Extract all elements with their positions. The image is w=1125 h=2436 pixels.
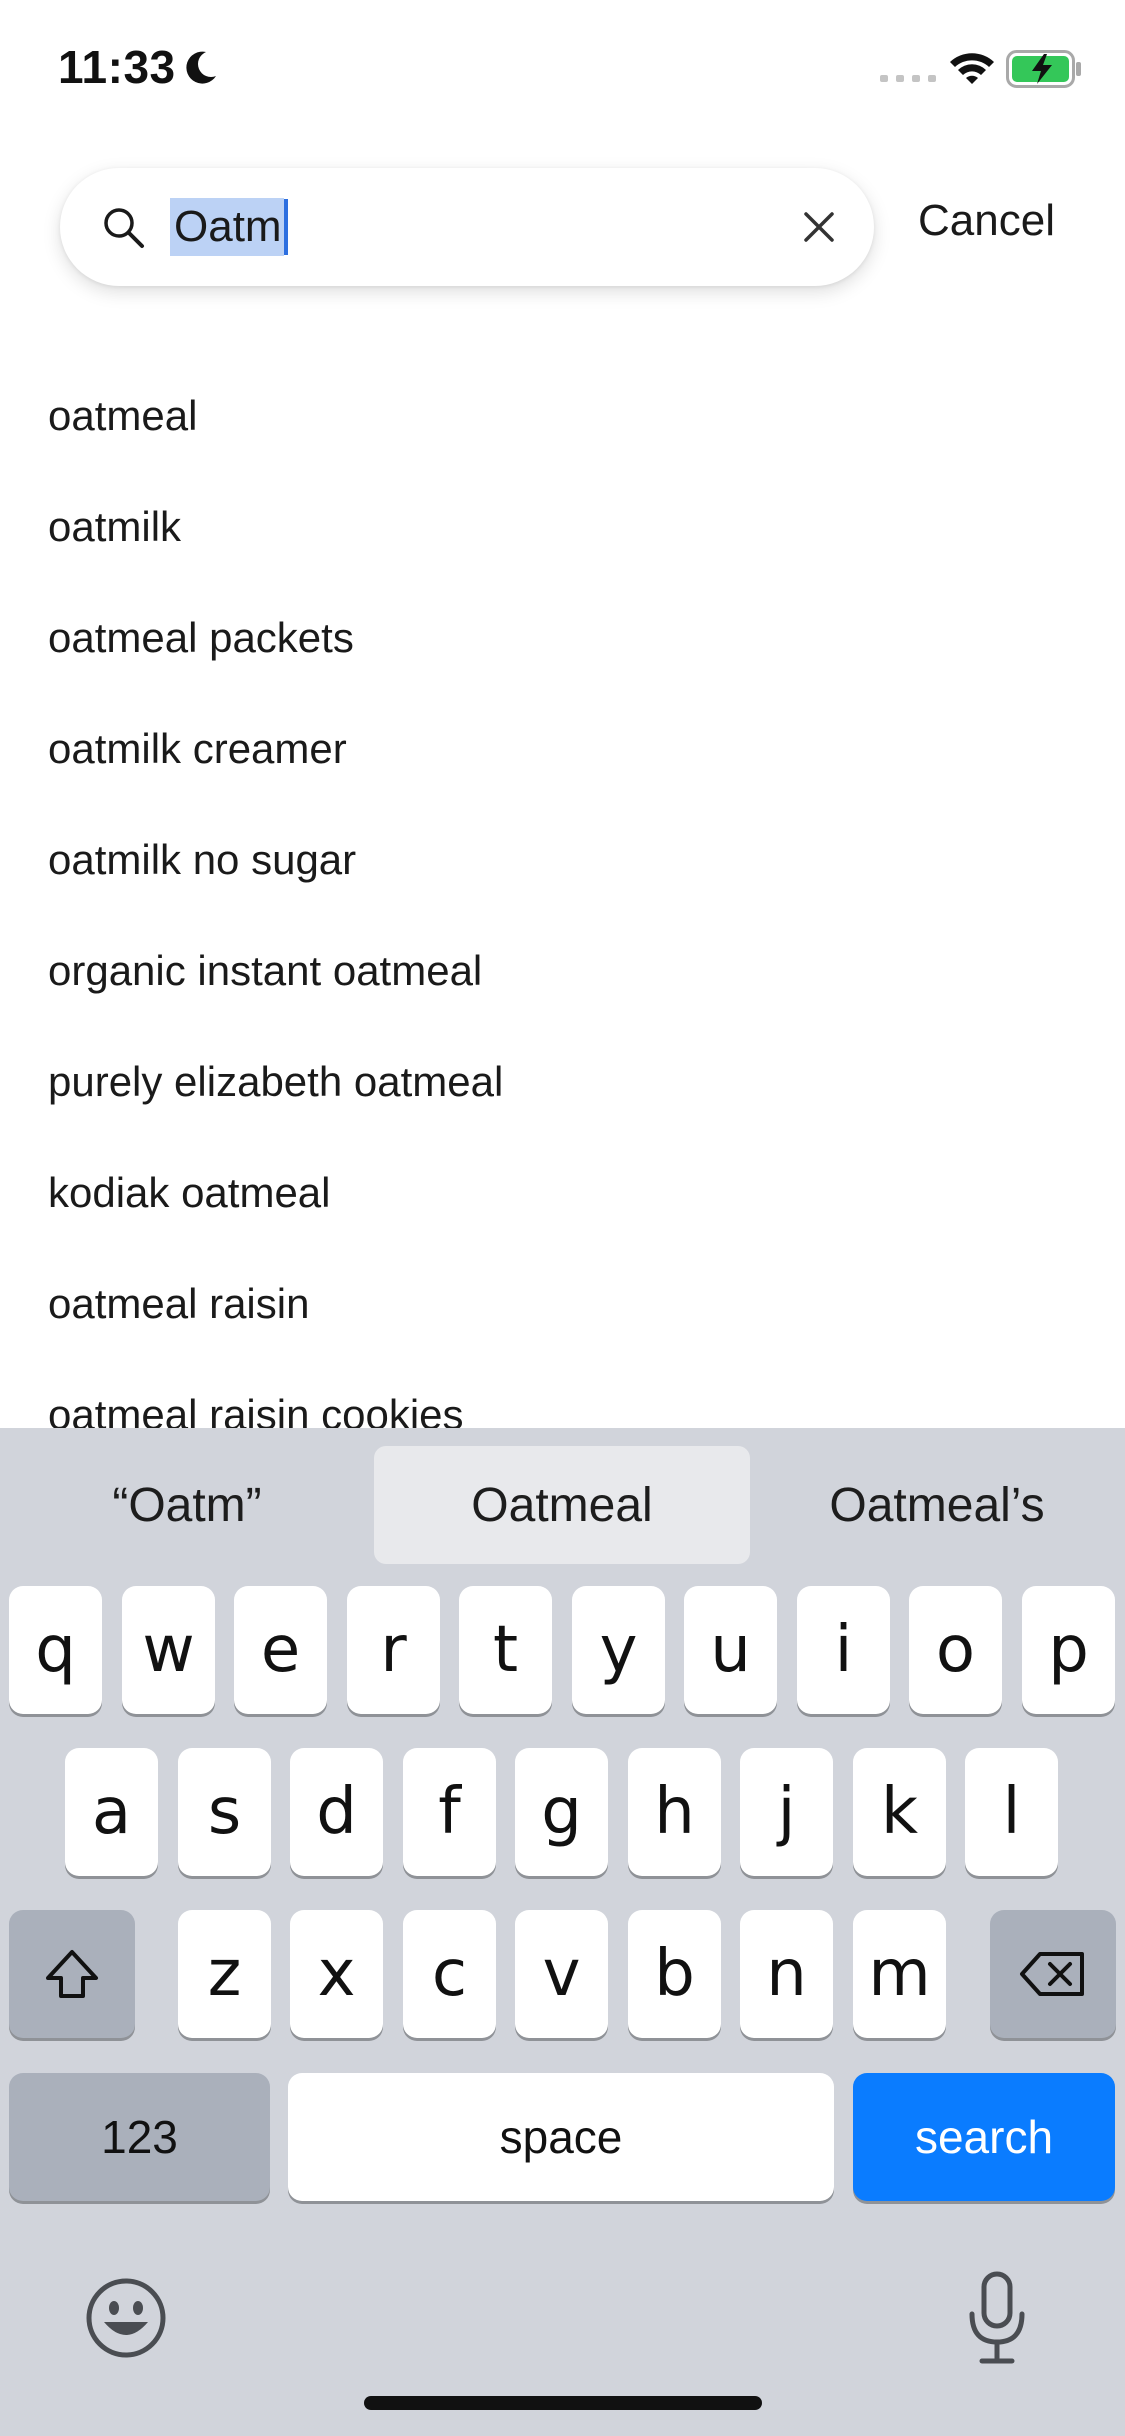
search-bar[interactable]: Oatm [60, 168, 874, 286]
key-t[interactable]: t [459, 1586, 552, 1714]
suggestion-item[interactable]: purely elizabeth oatmeal [0, 1026, 1125, 1137]
key-z[interactable]: z [178, 1910, 271, 2038]
suggestion-item[interactable]: oatmeal packets [0, 582, 1125, 693]
key-g[interactable]: g [515, 1748, 608, 1876]
key-x[interactable]: x [290, 1910, 383, 2038]
key-w[interactable]: w [122, 1586, 215, 1714]
key-l[interactable]: l [965, 1748, 1058, 1876]
suggestion-item[interactable]: kodiak oatmeal [0, 1137, 1125, 1248]
status-bar: 11:33 [0, 0, 1125, 140]
key-j[interactable]: j [740, 1748, 833, 1876]
prediction-primary[interactable]: Oatmeal [374, 1446, 750, 1564]
space-key[interactable]: space [288, 2073, 834, 2201]
keyboard: “Oatm” Oatmeal Oatmeal’s q w e r t y u i… [0, 1428, 1125, 2436]
suggestion-item[interactable]: oatmilk no sugar [0, 804, 1125, 915]
suggestion-item[interactable]: oatmeal raisin [0, 1248, 1125, 1359]
search-key[interactable]: search [853, 2073, 1115, 2201]
search-input[interactable]: Oatm [170, 190, 830, 264]
predictive-text-bar: “Oatm” Oatmeal Oatmeal’s [0, 1446, 1125, 1564]
key-a[interactable]: a [65, 1748, 158, 1876]
key-p[interactable]: p [1022, 1586, 1115, 1714]
wifi-icon [950, 53, 994, 84]
suggestion-item[interactable]: oatmeal [0, 360, 1125, 471]
numbers-key[interactable]: 123 [9, 2073, 270, 2201]
key-f[interactable]: f [403, 1748, 496, 1876]
key-u[interactable]: u [684, 1586, 777, 1714]
battery-charging-icon [1006, 50, 1081, 88]
clear-icon[interactable] [802, 210, 836, 244]
key-r[interactable]: r [347, 1586, 440, 1714]
key-y[interactable]: y [572, 1586, 665, 1714]
suggestion-item[interactable]: oatmilk creamer [0, 693, 1125, 804]
suggestion-item[interactable]: oatmeal raisin cookies [0, 1359, 1125, 1429]
key-n[interactable]: n [740, 1910, 833, 2038]
key-c[interactable]: c [403, 1910, 496, 2038]
search-icon [104, 208, 144, 248]
prediction-literal[interactable]: “Oatm” [0, 1446, 374, 1564]
key-m[interactable]: m [853, 1910, 946, 2038]
key-h[interactable]: h [628, 1748, 721, 1876]
cancel-button[interactable]: Cancel [918, 196, 1055, 246]
prediction-alternate[interactable]: Oatmeal’s [750, 1446, 1124, 1564]
microphone-icon[interactable] [964, 2270, 1030, 2366]
key-s[interactable]: s [178, 1748, 271, 1876]
suggestion-list: oatmeal oatmilk oatmeal packets oatmilk … [0, 360, 1125, 1429]
key-k[interactable]: k [853, 1748, 946, 1876]
key-q[interactable]: q [9, 1586, 102, 1714]
shift-key[interactable] [9, 1910, 135, 2038]
key-d[interactable]: d [290, 1748, 383, 1876]
emoji-icon[interactable] [84, 2276, 168, 2360]
key-e[interactable]: e [234, 1586, 327, 1714]
suggestion-item[interactable]: oatmilk [0, 471, 1125, 582]
key-b[interactable]: b [628, 1910, 721, 2038]
backspace-icon [1020, 1952, 1084, 1996]
home-indicator[interactable] [364, 2396, 762, 2410]
suggestion-item[interactable]: organic instant oatmeal [0, 915, 1125, 1026]
search-query-text: Oatm [170, 198, 284, 256]
text-caret [283, 199, 288, 255]
key-o[interactable]: o [909, 1586, 1002, 1714]
cellular-signal-icon [880, 75, 936, 82]
moon-icon [186, 51, 216, 84]
status-time: 11:33 [58, 41, 176, 93]
shift-icon [46, 1950, 98, 1998]
key-i[interactable]: i [797, 1586, 890, 1714]
key-v[interactable]: v [515, 1910, 608, 2038]
backspace-key[interactable] [990, 1910, 1116, 2038]
